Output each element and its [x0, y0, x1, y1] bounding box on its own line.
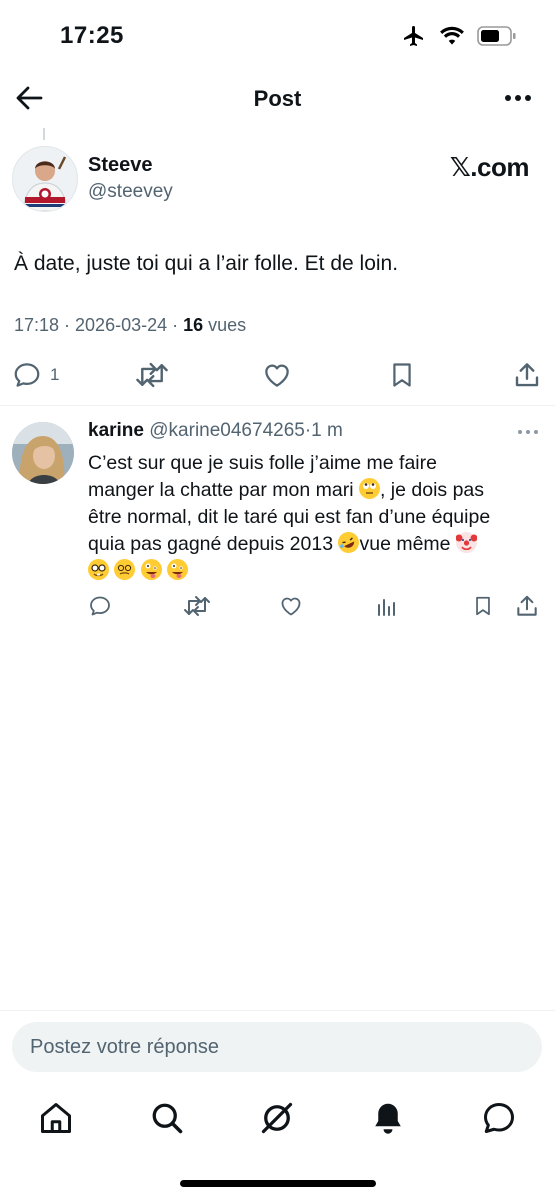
- repost-button[interactable]: [135, 358, 169, 392]
- reply-more-icon[interactable]: [517, 428, 539, 436]
- reply-composer[interactable]: Postez votre réponse: [12, 1022, 542, 1072]
- search-icon[interactable]: [149, 1100, 185, 1136]
- reply-button[interactable]: 1: [12, 358, 59, 392]
- analytics-icon[interactable]: [376, 595, 398, 617]
- views-label: vues: [203, 315, 247, 335]
- reply-line-2: manger la chatte par mon mari , je dois …: [88, 477, 538, 504]
- heart-icon: [265, 364, 289, 387]
- share-button[interactable]: [512, 358, 542, 392]
- composer-divider: [0, 1010, 555, 1011]
- zany-face-emoji: [167, 559, 189, 580]
- zany-face-emoji: [140, 559, 162, 580]
- nerd-emoji: [88, 559, 109, 580]
- reply-line-4-text: quia pas gagné depuis 2013: [88, 533, 339, 555]
- thread-line: [43, 128, 45, 140]
- author-name[interactable]: Steeve: [88, 154, 153, 177]
- share-icon[interactable]: [514, 593, 540, 619]
- reply-text: C’est sur que je suis folle j’aime me fa…: [88, 450, 538, 585]
- home-icon[interactable]: [38, 1100, 74, 1136]
- page-title: Post: [253, 86, 302, 111]
- battery-icon: [477, 26, 516, 46]
- messages-icon[interactable]: [481, 1100, 517, 1136]
- reply-time: ·1 m: [304, 420, 343, 441]
- post-timestamp: 17:18 · 2026-03-24 ·: [14, 315, 184, 335]
- comment-icon[interactable]: [88, 594, 112, 618]
- reply-line-2-rest: , je dois pas: [379, 479, 485, 501]
- views-count: 16: [183, 315, 204, 335]
- bell-icon[interactable]: [370, 1100, 406, 1136]
- reply-line-3: être normal, dit le taré qui est fan d’u…: [88, 506, 491, 528]
- reply-line-4: quia pas gagné depuis 2013 vue même: [88, 528, 538, 558]
- bookmark-icon: [393, 363, 411, 387]
- repost-icon: [136, 362, 168, 388]
- reply-actions: [88, 592, 548, 622]
- reply-count: 1: [50, 365, 60, 384]
- source-label: 𝕏.com: [449, 152, 530, 182]
- status-time: 17:25: [60, 22, 124, 49]
- status-icons: [401, 24, 517, 48]
- reply-line-1: C’est sur que je suis folle j’aime me fa…: [88, 452, 437, 474]
- composer-placeholder: Postez votre réponse: [30, 1036, 219, 1058]
- post-actions: 1: [0, 358, 555, 392]
- reply-line-4-rest: vue même: [359, 533, 456, 555]
- divider: [0, 405, 555, 406]
- reply-header: karine @karine04674265·1 m: [88, 420, 343, 442]
- reply-author-handle[interactable]: @karine04674265: [149, 420, 305, 441]
- bookmark-button[interactable]: [388, 358, 416, 392]
- reply-line-2-text: manger la chatte par mon mari: [88, 479, 359, 501]
- dizzy-face-emoji: [114, 559, 136, 580]
- bookmark-icon[interactable]: [472, 594, 494, 618]
- reply-line-5: [88, 558, 538, 585]
- author-handle[interactable]: @steevey: [88, 181, 173, 203]
- eye-roll-emoji: [358, 478, 380, 499]
- airplane-icon: [404, 26, 423, 46]
- repost-icon[interactable]: [183, 594, 211, 618]
- heart-icon[interactable]: [279, 594, 303, 618]
- reply-avatar[interactable]: [12, 422, 74, 484]
- post-text: À date, juste toi qui a l’air folle. Et …: [14, 252, 399, 275]
- share-icon: [515, 363, 539, 387]
- wifi-icon: [440, 26, 464, 45]
- reply-author-name[interactable]: karine: [88, 420, 144, 441]
- more-options-icon[interactable]: [503, 92, 533, 104]
- author-avatar[interactable]: [12, 146, 78, 212]
- tab-bar: [0, 1090, 555, 1146]
- like-button[interactable]: [262, 358, 292, 392]
- clown-emoji: [455, 532, 477, 553]
- grok-icon[interactable]: [259, 1100, 295, 1136]
- home-indicator: [180, 1180, 376, 1187]
- post-meta: 17:18 · 2026-03-24 · 16 vues: [14, 315, 246, 336]
- comment-icon: [14, 363, 40, 387]
